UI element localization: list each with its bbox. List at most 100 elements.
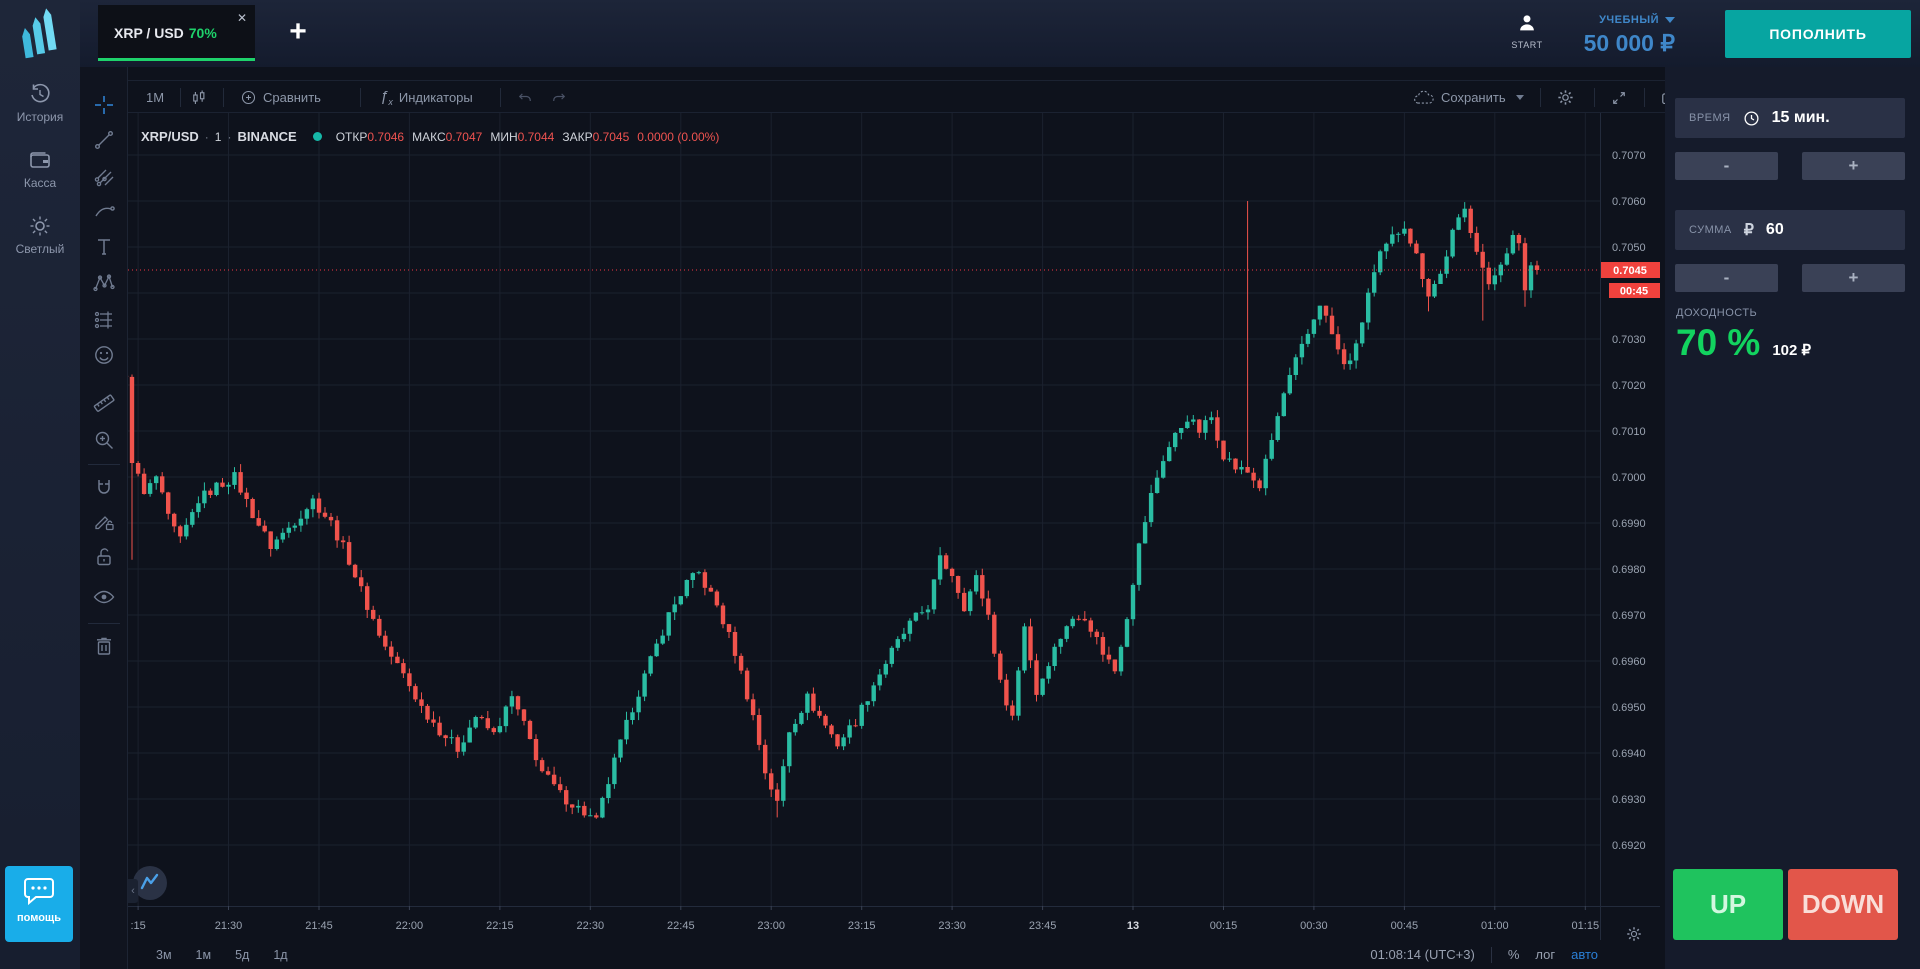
- account-balance: 50 000 ₽: [1535, 30, 1675, 57]
- range-1d-button[interactable]: 1д: [273, 948, 287, 962]
- time-plus-button[interactable]: +: [1802, 152, 1905, 180]
- crosshair-tool-icon[interactable]: [92, 93, 116, 117]
- market-status-icon: [313, 132, 322, 141]
- svg-text:0.6960: 0.6960: [1612, 656, 1646, 668]
- mountain-chart-icon: [133, 866, 167, 900]
- range-5d-button[interactable]: 5д: [235, 948, 249, 962]
- svg-text::15: :15: [130, 920, 145, 932]
- range-buttons: 3м 1м 5д 1д: [128, 948, 288, 962]
- redo-button[interactable]: [550, 81, 568, 114]
- amount-field[interactable]: СУММА ₽ 60: [1675, 210, 1905, 250]
- deposit-button[interactable]: ПОПОЛНИТЬ: [1725, 10, 1911, 58]
- legend-close-value: 0.7045: [593, 130, 630, 144]
- legend-interval: 1: [215, 130, 222, 144]
- chevron-down-icon: [1516, 95, 1524, 100]
- chat-bubble-icon: [22, 876, 56, 906]
- auto-scale-button[interactable]: авто: [1571, 947, 1598, 962]
- svg-text:0.6980: 0.6980: [1612, 564, 1646, 576]
- sidebar-item-theme[interactable]: Светлый: [0, 214, 80, 256]
- toolbar-divider: [1594, 88, 1595, 107]
- toolbar-divider: [88, 623, 120, 624]
- svg-text:22:15: 22:15: [486, 920, 514, 932]
- toolbar-divider: [180, 88, 181, 107]
- range-1m-button[interactable]: 1м: [196, 948, 212, 962]
- drawing-toolbar: [80, 67, 128, 969]
- toolbar-divider: [1540, 88, 1541, 107]
- amount-plus-button[interactable]: +: [1802, 264, 1905, 292]
- chart-settings-button[interactable]: [1556, 81, 1575, 114]
- clock-utc[interactable]: 01:08:14 (UTC+3): [1370, 947, 1474, 962]
- indicators-button[interactable]: ƒx Индикаторы: [380, 81, 473, 114]
- chart-toolbar: 1M Сравнить ƒx Индикаторы: [128, 80, 1665, 113]
- ruler-tool-icon[interactable]: [92, 390, 116, 414]
- tab-xrp-usd[interactable]: XRP / USD70% ✕: [98, 5, 255, 61]
- svg-text:0.7050: 0.7050: [1612, 242, 1646, 254]
- svg-text:23:15: 23:15: [848, 920, 876, 932]
- undo-icon: [516, 89, 534, 107]
- zoom-in-tool-icon[interactable]: [92, 428, 116, 452]
- undo-button[interactable]: [516, 81, 534, 114]
- save-layout-button[interactable]: Сохранить: [1413, 81, 1524, 114]
- fullscreen-icon: [1610, 89, 1628, 107]
- drawing-mode-lock-icon[interactable]: [92, 509, 116, 533]
- hide-all-eye-icon[interactable]: [92, 585, 116, 609]
- cloud-icon: [1413, 90, 1435, 106]
- fullscreen-button[interactable]: [1610, 81, 1628, 114]
- payout-percent: 70 %: [1676, 322, 1760, 364]
- amount-minus-button[interactable]: -: [1675, 264, 1778, 292]
- svg-text:0.6920: 0.6920: [1612, 840, 1646, 852]
- payout-label: ДОХОДНОСТЬ: [1676, 307, 1757, 319]
- tab-title: XRP / USD70%: [114, 25, 217, 41]
- time-value: 15 мин.: [1772, 109, 1830, 127]
- sidebar-item-history[interactable]: История: [0, 82, 80, 124]
- remove-all-trash-icon[interactable]: [92, 634, 116, 658]
- brush-tool-icon[interactable]: [92, 200, 116, 224]
- compare-button[interactable]: Сравнить: [240, 81, 321, 114]
- chart-style-button[interactable]: [190, 81, 208, 114]
- sidebar: История Касса Светлый: [0, 0, 80, 969]
- interval-button[interactable]: 1M: [146, 81, 164, 114]
- svg-text:22:30: 22:30: [577, 920, 605, 932]
- range-3m-button[interactable]: 3м: [156, 948, 172, 962]
- text-tool-icon[interactable]: [92, 235, 116, 259]
- amount-field-label: СУММА: [1689, 224, 1732, 236]
- emoji-tool-icon[interactable]: [92, 343, 116, 367]
- time-minus-button[interactable]: -: [1675, 152, 1778, 180]
- payout-amount: 102 ₽: [1772, 341, 1811, 359]
- payout-row: 70 % 102 ₽: [1676, 322, 1811, 364]
- up-button[interactable]: UP: [1673, 869, 1783, 940]
- magnet-tool-icon[interactable]: [92, 476, 116, 500]
- toolbar-divider: [360, 88, 361, 107]
- svg-text:0.6990: 0.6990: [1612, 518, 1646, 530]
- xabcd-pattern-tool-icon[interactable]: [92, 271, 116, 295]
- log-scale-button[interactable]: лог: [1535, 947, 1555, 962]
- tab-payout: 70%: [189, 25, 217, 41]
- wallet-icon: [28, 148, 52, 172]
- tab-close-icon[interactable]: ✕: [237, 11, 247, 25]
- help-button[interactable]: помощь: [5, 866, 73, 942]
- toolbar-collapse-handle[interactable]: ‹: [128, 879, 138, 903]
- chart-watermark-logo[interactable]: [133, 866, 167, 900]
- trend-line-tool-icon[interactable]: [92, 128, 116, 152]
- toolbar-divider: [500, 88, 501, 107]
- unlock-all-icon[interactable]: [92, 545, 116, 569]
- brand-logo[interactable]: [12, 8, 64, 60]
- pitchfork-tool-icon[interactable]: [92, 164, 116, 188]
- legend-symbol: XRP/USD: [141, 129, 199, 144]
- price-chart[interactable]: 0.70700.70600.70500.70400.70300.70200.70…: [128, 113, 1660, 940]
- history-icon: [28, 82, 52, 106]
- account-summary[interactable]: УЧЕБНЫЙ 50 000 ₽: [1535, 10, 1675, 57]
- brand-logo-icon: [12, 8, 64, 60]
- percent-scale-button[interactable]: %: [1508, 947, 1520, 962]
- down-button[interactable]: DOWN: [1788, 869, 1898, 940]
- sidebar-item-label: Касса: [0, 176, 80, 190]
- help-button-label: помощь: [17, 912, 61, 924]
- compare-plus-icon: [240, 89, 257, 106]
- svg-text:13: 13: [1127, 920, 1139, 932]
- forecast-tool-icon[interactable]: [92, 308, 116, 332]
- sidebar-item-cashier[interactable]: Касса: [0, 148, 80, 190]
- fx-icon: ƒx: [380, 88, 393, 107]
- time-field[interactable]: ВРЕМЯ 15 мин.: [1675, 98, 1905, 138]
- add-tab-button[interactable]: +: [276, 10, 320, 56]
- account-type: УЧЕБНЫЙ: [1599, 14, 1659, 26]
